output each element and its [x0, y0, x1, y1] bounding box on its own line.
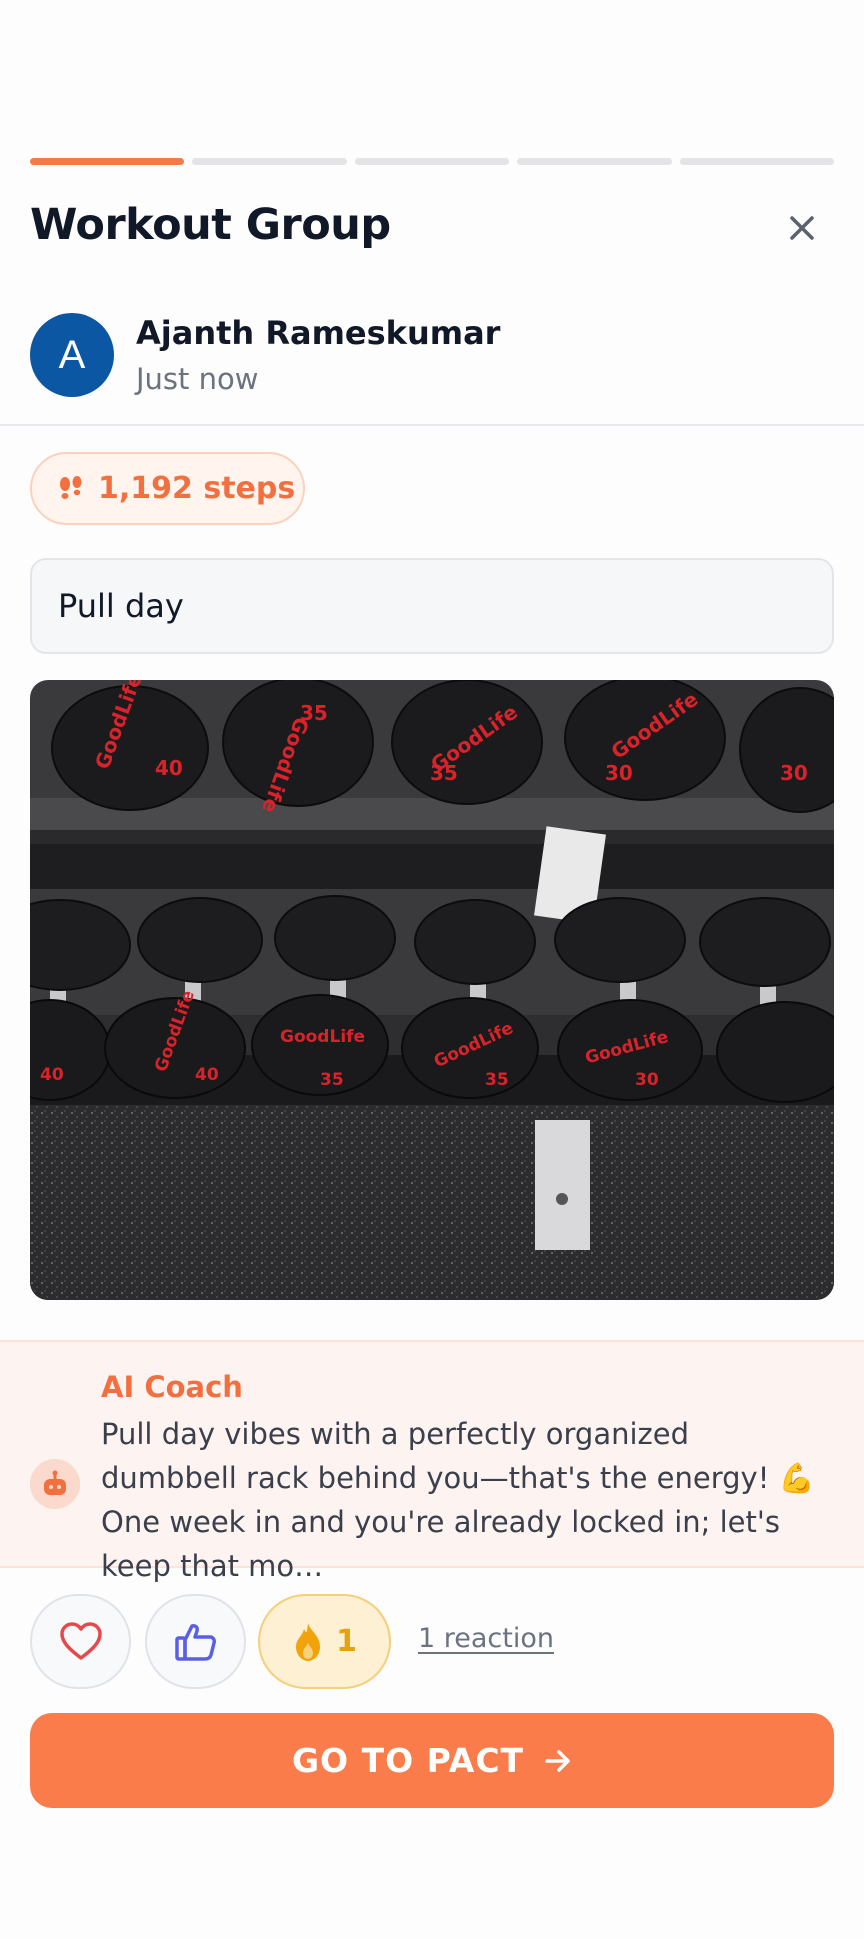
progress-segment [354, 158, 510, 165]
divider [0, 424, 864, 426]
progress-segment [517, 158, 672, 165]
svg-text:40: 40 [155, 756, 183, 780]
ai-coach-card: AI Coach Pull day vibes with a perfectly… [0, 1340, 864, 1583]
svg-text:40: 40 [195, 1065, 219, 1085]
go-to-pact-button[interactable]: GO TO PACT [30, 1713, 834, 1808]
author-name: Ajanth Rameskumar [136, 314, 501, 352]
fire-reaction-count: 1 [336, 1624, 357, 1659]
robot-icon [30, 1459, 80, 1509]
svg-text:40: 40 [40, 1065, 64, 1085]
close-button[interactable] [782, 208, 822, 248]
ai-coach-title: AI Coach [101, 1370, 243, 1404]
go-to-pact-label: GO TO PACT [291, 1741, 525, 1780]
ai-coach-message: Pull day vibes with a perfectly organize… [101, 1417, 815, 1583]
avatar: A [30, 313, 114, 397]
steps-badge: 1,192 steps [30, 452, 305, 525]
post-timestamp: Just now [136, 362, 259, 396]
thumbs-up-reaction-button[interactable] [145, 1594, 246, 1689]
fire-reaction-button[interactable]: 1 [258, 1594, 391, 1689]
steps-count: 1,192 steps [98, 471, 296, 506]
story-progress [30, 158, 835, 165]
page-title: Workout Group [30, 200, 391, 250]
close-icon [790, 216, 814, 240]
post-author: A Ajanth Rameskumar Just now [30, 313, 500, 397]
arrow-right-icon [544, 1749, 572, 1773]
svg-text:35: 35 [300, 701, 328, 725]
svg-text:35: 35 [320, 1070, 344, 1090]
footsteps-icon [60, 475, 82, 499]
heart-reaction-button[interactable] [30, 1594, 131, 1689]
post-photo[interactable]: GoodLife GoodLife GoodLife GoodLife 40 3… [30, 680, 834, 1300]
progress-segment [192, 158, 347, 165]
progress-segment [679, 158, 835, 165]
reaction-summary-link[interactable]: 1 reaction [418, 1623, 554, 1654]
svg-text:35: 35 [430, 761, 458, 785]
svg-text:30: 30 [635, 1070, 659, 1090]
heart-icon [59, 1621, 102, 1660]
svg-text:GoodLife: GoodLife [280, 1027, 365, 1047]
svg-text:30: 30 [780, 761, 808, 785]
thumbs-up-icon [174, 1623, 216, 1661]
svg-text:35: 35 [485, 1070, 509, 1090]
progress-segment-active [30, 158, 185, 165]
fire-icon [296, 1622, 321, 1661]
dumbbell-rack-photo: GoodLife GoodLife GoodLife GoodLife 40 3… [30, 680, 834, 1300]
svg-text:30: 30 [605, 761, 633, 785]
post-caption: Pull day [30, 558, 834, 654]
